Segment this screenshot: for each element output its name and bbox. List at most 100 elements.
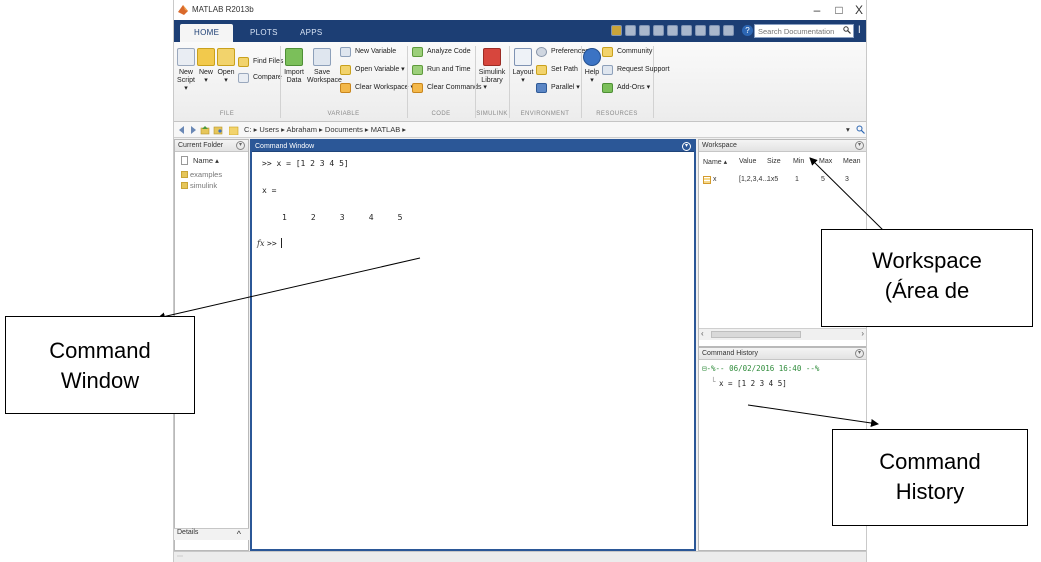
scrollbar-thumb[interactable] bbox=[711, 331, 801, 338]
scroll-right-icon[interactable]: › bbox=[861, 329, 864, 338]
toolstrip-pin-icon[interactable]: ǀ bbox=[858, 25, 866, 37]
close-button[interactable]: X bbox=[852, 3, 866, 17]
search-icon[interactable] bbox=[856, 125, 865, 134]
minimize-button[interactable]: – bbox=[810, 3, 824, 17]
panel-header: Command Window ▾ bbox=[252, 141, 694, 152]
open-folder-icon bbox=[217, 48, 235, 66]
tab-home[interactable]: HOME bbox=[180, 24, 234, 42]
community-button[interactable]: Community bbox=[602, 46, 652, 58]
forward-arrow-icon[interactable] bbox=[188, 125, 198, 135]
layout-quick-icon[interactable] bbox=[611, 25, 622, 36]
panel-actions-icon[interactable]: ▾ bbox=[236, 141, 245, 150]
layout-icon bbox=[514, 48, 532, 66]
compare-icon bbox=[238, 73, 249, 83]
restore-button[interactable]: □ bbox=[832, 3, 846, 17]
find-files-icon bbox=[238, 57, 249, 67]
column-header-max[interactable]: Max bbox=[819, 158, 832, 165]
up-folder-icon[interactable] bbox=[200, 125, 210, 135]
column-header-size[interactable]: Size bbox=[767, 158, 781, 165]
copy-quick-icon[interactable] bbox=[653, 25, 664, 36]
name-column-header[interactable]: Name ▴ bbox=[193, 156, 219, 165]
details-pane-toggle[interactable]: Details ^ bbox=[174, 528, 249, 540]
panel-header: Current Folder ▾ bbox=[175, 140, 248, 152]
panel-actions-icon[interactable]: ▾ bbox=[855, 349, 864, 358]
compare-label: Compare bbox=[253, 74, 282, 81]
callout-line: Command bbox=[49, 338, 151, 363]
list-item[interactable]: examples bbox=[181, 170, 222, 179]
clear-workspace-button[interactable]: Clear Workspace ▾ bbox=[340, 82, 414, 94]
parallel-button[interactable]: Parallel ▾ bbox=[536, 82, 580, 94]
scroll-left-icon[interactable]: ‹ bbox=[701, 329, 704, 338]
new-script-button[interactable]: New Script ▾ bbox=[175, 48, 197, 93]
browse-folder-icon[interactable] bbox=[213, 125, 223, 135]
add-ons-label: Add-Ons ▾ bbox=[617, 84, 651, 91]
chevron-up-icon: ^ bbox=[236, 529, 241, 539]
chevron-down-icon[interactable]: ▾ bbox=[846, 122, 850, 138]
analyze-code-label: Analyze Code bbox=[427, 48, 471, 55]
open-variable-button[interactable]: Open Variable ▾ bbox=[340, 64, 405, 76]
simulink-library-button[interactable]: Simulink Library bbox=[477, 48, 507, 85]
analyze-code-icon bbox=[412, 47, 423, 57]
add-ons-button[interactable]: Add-Ons ▾ bbox=[602, 82, 650, 94]
fx-function-browser-icon[interactable]: fx bbox=[257, 239, 264, 248]
open-button[interactable]: Open ▾ bbox=[216, 48, 236, 85]
save-quick-icon[interactable] bbox=[625, 25, 636, 36]
redo-quick-icon[interactable] bbox=[695, 25, 706, 36]
tab-apps[interactable]: APPS bbox=[286, 24, 337, 42]
history-session-header[interactable]: ⊟-%-- 06/02/2016 16:40 --% bbox=[702, 364, 819, 373]
new-variable-button[interactable]: New Variable bbox=[340, 46, 396, 58]
list-item[interactable]: simulink bbox=[181, 181, 217, 190]
command-window-panel[interactable]: Command Window ▾ >> x = [1 2 3 4 5] x = … bbox=[250, 139, 696, 551]
help-quick-icon[interactable] bbox=[723, 25, 734, 36]
run-and-time-button[interactable]: Run and Time bbox=[412, 64, 471, 76]
data-label: Data bbox=[286, 77, 302, 84]
history-entry[interactable]: x = [1 2 3 4 5] bbox=[719, 379, 787, 388]
paste-quick-icon[interactable] bbox=[667, 25, 678, 36]
community-icon bbox=[602, 47, 613, 57]
undo-quick-icon[interactable] bbox=[681, 25, 692, 36]
new-button[interactable]: New ▾ bbox=[196, 48, 216, 85]
help-button[interactable]: Help ▾ bbox=[582, 48, 602, 85]
back-arrow-icon[interactable] bbox=[177, 125, 187, 135]
new-variable-label: New Variable bbox=[355, 48, 397, 55]
set-path-label: Set Path bbox=[551, 66, 578, 73]
new-script-label: New bbox=[178, 69, 193, 76]
set-path-button[interactable]: Set Path bbox=[536, 64, 578, 76]
variable-mean-cell[interactable]: 3 bbox=[845, 176, 849, 183]
variable-min-cell[interactable]: 1 bbox=[795, 176, 799, 183]
save-workspace-button[interactable]: Save Workspace bbox=[307, 48, 342, 85]
search-icon[interactable] bbox=[843, 26, 851, 34]
variable-name-cell[interactable]: x bbox=[713, 176, 717, 183]
folder-name: simulink bbox=[190, 181, 218, 190]
open-label: Open bbox=[217, 69, 235, 76]
variable-max-cell[interactable]: 5 bbox=[821, 176, 825, 183]
dropdown-caret: ▾ bbox=[590, 77, 594, 84]
command-history-callout: Command History bbox=[832, 429, 1028, 526]
switch-windows-quick-icon[interactable] bbox=[709, 25, 720, 36]
tab-plots[interactable]: PLOTS bbox=[236, 24, 292, 42]
column-header-min[interactable]: Min bbox=[793, 158, 804, 165]
compare-button[interactable]: Compare bbox=[238, 72, 282, 84]
current-path[interactable]: C: ▸ Users ▸ Abraham ▸ Documents ▸ MATLA… bbox=[244, 122, 406, 138]
import-data-button[interactable]: Import Data bbox=[282, 48, 306, 85]
search-documentation-input[interactable] bbox=[754, 24, 854, 38]
analyze-code-button[interactable]: Analyze Code bbox=[412, 46, 471, 58]
panel-actions-icon[interactable]: ▾ bbox=[682, 142, 691, 151]
panel-actions-icon[interactable]: ▾ bbox=[855, 141, 864, 150]
variable-size-cell[interactable]: 1x5 bbox=[767, 176, 778, 183]
column-header-mean[interactable]: Mean bbox=[843, 158, 861, 165]
variable-value-cell[interactable]: [1,2,3,4... bbox=[739, 176, 768, 183]
horizontal-scrollbar[interactable]: ‹ › bbox=[699, 328, 866, 340]
column-header-value[interactable]: Value bbox=[739, 158, 756, 165]
callout-line: Command bbox=[879, 449, 981, 474]
layout-button[interactable]: Layout ▾ bbox=[511, 48, 535, 85]
matrix-variable-icon bbox=[703, 176, 711, 184]
request-support-button[interactable]: Request Support bbox=[602, 64, 670, 76]
cut-quick-icon[interactable] bbox=[639, 25, 650, 36]
matlab-window: MATLAB R2013b – □ X HOME PLOTS APPS ? ǀ bbox=[173, 0, 867, 562]
dropdown-caret: ▾ bbox=[521, 77, 525, 84]
file-group-label: FILE bbox=[219, 111, 235, 117]
find-files-button[interactable]: Find Files bbox=[238, 56, 283, 68]
help-icon[interactable]: ? bbox=[742, 25, 753, 36]
column-header-name[interactable]: Name ▴ bbox=[703, 158, 727, 166]
